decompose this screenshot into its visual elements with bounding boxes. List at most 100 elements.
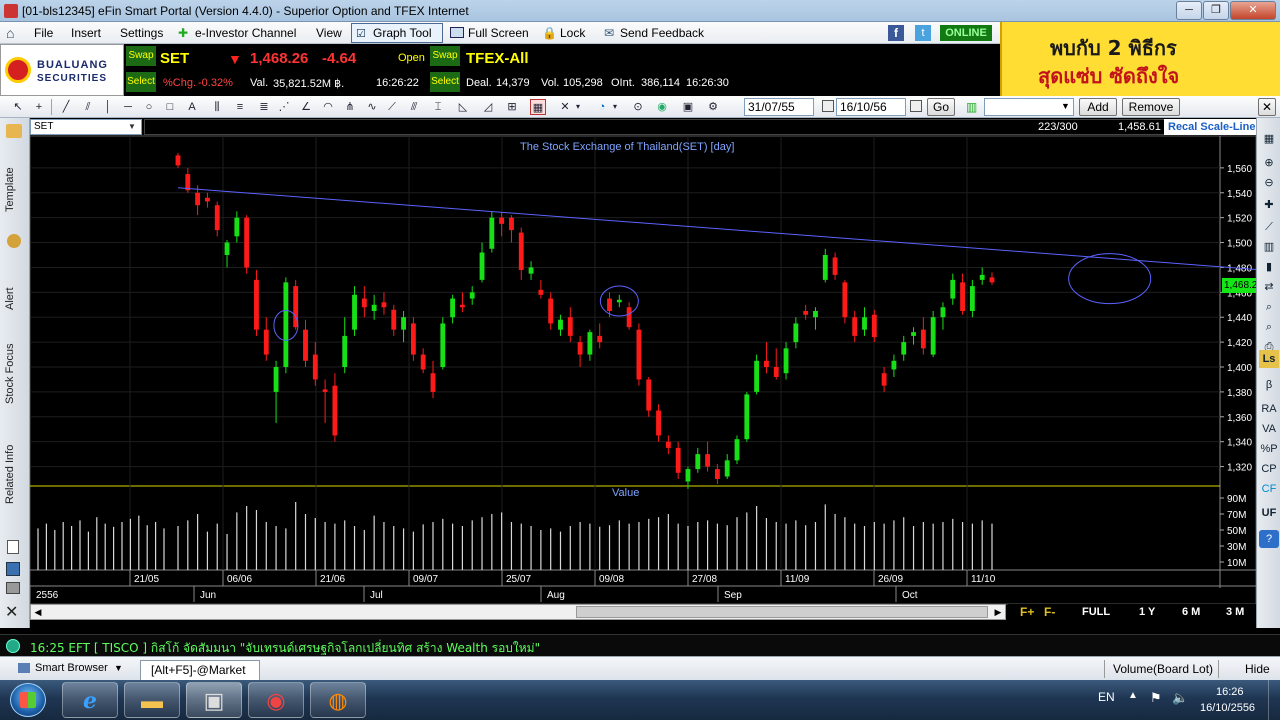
bar-chart-icon[interactable]: ▥ — [1259, 238, 1279, 256]
arc-tool-icon[interactable]: ◠ — [320, 99, 336, 115]
ls-icon[interactable]: Ls — [1259, 350, 1279, 368]
clock-date[interactable]: 16/10/2556 — [1200, 702, 1255, 714]
fibonacci-retracement-tool-icon[interactable]: ≡ — [232, 99, 248, 115]
chevron-down-icon[interactable]: ▼ — [114, 663, 123, 673]
menu-full-screen[interactable]: Full Screen — [464, 25, 533, 41]
cycle-tool-icon[interactable]: ∿ — [364, 99, 380, 115]
menu-send-feedback[interactable]: Send Feedback — [616, 25, 708, 41]
show-desktop-button[interactable] — [1268, 680, 1280, 720]
print-icon[interactable] — [6, 582, 20, 594]
go-button[interactable]: Go — [927, 98, 955, 116]
close-chart-button[interactable]: ✕ — [1258, 98, 1276, 116]
language-indicator[interactable]: EN — [1098, 690, 1115, 704]
trendline-tool-icon[interactable]: ╱ — [58, 99, 74, 115]
set-symbol[interactable]: SET — [160, 50, 189, 67]
tab-alert[interactable]: Alert — [4, 260, 16, 310]
va-button[interactable]: VA — [1259, 420, 1279, 438]
menu-insert[interactable]: Insert — [67, 25, 105, 41]
set-swap-button[interactable]: Swap — [126, 46, 156, 66]
delete-dropdown-icon[interactable]: ▾ — [574, 99, 582, 115]
scroll-left-icon[interactable]: ◀ — [32, 606, 44, 618]
new-document-icon[interactable] — [7, 540, 19, 554]
zoom-out-f-icon[interactable]: F- — [1044, 605, 1055, 619]
indicator-icon[interactable]: ▥ — [966, 100, 977, 114]
chevron-down-icon[interactable]: ▼ — [1061, 101, 1070, 111]
internet-explorer-icon[interactable]: e — [62, 682, 118, 718]
flag-icon[interactable]: ⚑ — [1150, 690, 1162, 706]
date-from-input[interactable]: 31/07/55 — [744, 98, 814, 116]
grid-view-icon[interactable]: ▦ — [1259, 130, 1279, 148]
triangle-tool-icon[interactable]: ◿ — [480, 99, 496, 115]
regression-tool-icon[interactable]: ⟋ — [384, 99, 400, 115]
efin-app-icon[interactable]: ▣ — [186, 682, 242, 718]
cp-button[interactable]: CP — [1259, 460, 1279, 478]
save-icon[interactable] — [6, 562, 20, 576]
menu-investor-channel[interactable]: e-Investor Channel — [191, 25, 300, 41]
crosshair-tool-icon[interactable]: + — [31, 99, 47, 115]
zoom-out-icon[interactable]: ⊖ — [1259, 174, 1279, 192]
hide-button[interactable]: Hide — [1218, 660, 1278, 678]
tfex-symbol[interactable]: TFEX-All — [466, 50, 529, 67]
picture-export-icon[interactable]: ▣ — [680, 99, 696, 115]
circle-tool-icon[interactable]: ○ — [141, 99, 157, 115]
pitchfork-tool-icon[interactable]: ⋔ — [342, 99, 358, 115]
rectangle-tool-icon[interactable]: □ — [162, 99, 178, 115]
range-full-button[interactable]: FULL — [1082, 606, 1110, 618]
settings-tool-icon[interactable]: ⚙ — [705, 99, 721, 115]
menu-settings[interactable]: Settings — [116, 25, 167, 41]
scroll-thumb[interactable] — [576, 606, 988, 618]
parallel-lines-tool-icon[interactable]: ⫽ — [80, 99, 96, 115]
range-6m-button[interactable]: 6 M — [1182, 606, 1200, 618]
calendar-icon[interactable] — [910, 100, 922, 112]
line-chart-icon[interactable]: ⟋ — [1259, 218, 1279, 236]
home-icon[interactable]: ⌂ — [6, 25, 24, 41]
restore-button[interactable]: ❐ — [1203, 1, 1229, 20]
magnifier-icon[interactable]: ⌕ — [1259, 298, 1279, 316]
calendar-icon[interactable] — [822, 100, 834, 112]
gann-tool-icon[interactable]: ≣ — [256, 99, 272, 115]
range-1y-button[interactable]: 1 Y — [1139, 606, 1155, 618]
facebook-icon[interactable]: f — [888, 25, 904, 41]
zoom-in-icon[interactable]: ⊕ — [1259, 154, 1279, 172]
menu-file[interactable]: File — [30, 25, 57, 41]
pp-button[interactable]: %P — [1259, 440, 1279, 458]
set-select-button[interactable]: Select — [126, 72, 156, 92]
eraser-tool-icon[interactable]: ▦ — [530, 99, 546, 115]
angle-tool-icon[interactable]: ∠ — [298, 99, 314, 115]
chart-symbol-select[interactable]: SET — [30, 119, 142, 135]
tfex-select-button[interactable]: Select — [430, 72, 460, 92]
chart-area[interactable]: 1,560 1,540 1,520 1,500 1,480 1,460 1,440 1,420… — [30, 118, 1257, 628]
cf-button[interactable]: CF — [1259, 480, 1279, 498]
scroll-right-icon[interactable]: ▶ — [992, 606, 1004, 618]
speed-lines-tool-icon[interactable]: ⋰ — [276, 99, 292, 115]
firefox-icon[interactable]: ◍ — [310, 682, 366, 718]
tab-related-info[interactable]: Related Info — [4, 424, 16, 504]
add-button[interactable]: Add — [1079, 98, 1117, 116]
zoom-in-f-icon[interactable]: F+ — [1020, 605, 1034, 619]
ra-button[interactable]: RA — [1259, 400, 1279, 418]
magnifier-plus-icon[interactable]: ⌕ — [1259, 318, 1279, 336]
uf-button[interactable]: UF — [1259, 504, 1279, 522]
news-ticker[interactable]: 16:25 EFT [ TISCO ] กิสโก้ จัดสัมมนา "จั… — [0, 634, 1280, 656]
clock-time[interactable]: 16:26 — [1216, 686, 1244, 698]
help-icon[interactable]: ? — [1259, 530, 1279, 548]
compare-icon[interactable]: ⇄ — [1259, 278, 1279, 296]
volume-mode-label[interactable]: Volume(Board Lot) — [1104, 660, 1216, 678]
range-3m-button[interactable]: 3 M — [1226, 606, 1244, 618]
smart-browser-button[interactable]: Smart Browser — [35, 662, 108, 674]
fibonacci-fan-tool-icon[interactable]: ⫼ — [209, 99, 225, 115]
horizontal-line-tool-icon[interactable]: ─ — [120, 99, 136, 115]
tab-stock-focus[interactable]: Stock Focus — [4, 324, 16, 404]
save-chart-icon[interactable]: ⊙ — [630, 99, 646, 115]
date-to-input[interactable]: 16/10/56 — [836, 98, 906, 116]
chrome-icon[interactable]: ◉ — [248, 682, 304, 718]
minimize-button[interactable]: ─ — [1176, 1, 1202, 20]
refresh-dropdown-icon[interactable]: ▾ — [611, 99, 619, 115]
vertical-line-tool-icon[interactable]: │ — [100, 99, 116, 115]
close-panel-icon[interactable]: ✕ — [5, 602, 18, 622]
twitter-icon[interactable]: t — [915, 25, 931, 41]
plus-icon[interactable]: ✚ — [1259, 196, 1279, 214]
stock-chart[interactable]: 1,5601,5401,5201,5001,4801,4601,4401,420… — [30, 118, 1256, 628]
zoom-tool-icon[interactable]: ⊞ — [504, 99, 520, 115]
scale-mode-label[interactable]: Recal Scale-Line — [1164, 119, 1256, 135]
